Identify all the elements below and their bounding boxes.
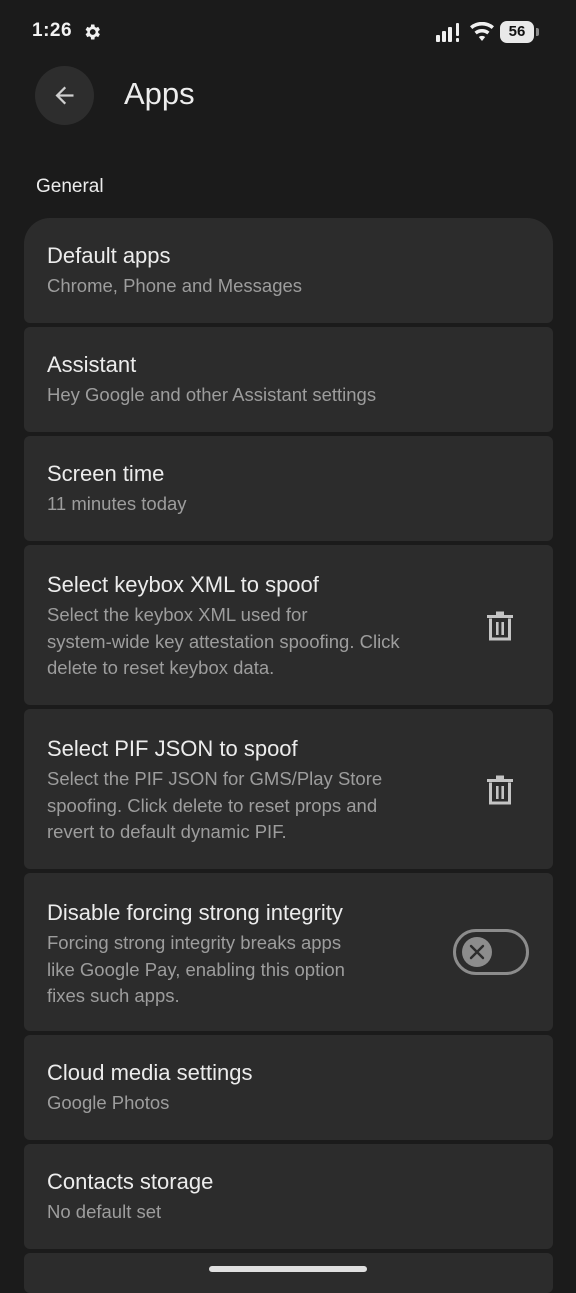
status-bar: 1:26 56 (0, 0, 576, 64)
setting-subtitle-line: fixes such apps. (47, 985, 180, 1006)
setting-title: Disable forcing strong integrity (47, 900, 343, 925)
setting-title: Assistant (47, 352, 137, 377)
arrow-left-icon (55, 86, 74, 105)
setting-subtitle: Chrome, Phone and Messages (47, 275, 303, 296)
signal-icon (436, 23, 464, 43)
close-icon (469, 944, 485, 960)
toggle-knob (462, 937, 492, 967)
setting-subtitle-line: system-wide key attestation spoofing. Cl… (47, 630, 400, 652)
setting-subtitle: 11 minutes today (47, 493, 187, 514)
back-button[interactable] (35, 66, 94, 125)
section-header-general: General (36, 176, 104, 197)
setting-title: Select PIF JSON to spoof (47, 736, 298, 761)
setting-title: Select keybox XML to spoof (47, 572, 319, 597)
setting-disable-strong-integrity[interactable]: Disable forcing strong integrity Forcing… (24, 873, 553, 1031)
setting-subtitle-line: Select the keybox XML used for (47, 604, 308, 625)
setting-subtitle-line: delete to reset keybox data. (47, 657, 275, 678)
setting-select-keybox-xml[interactable]: Select keybox XML to spoof Select the ke… (24, 545, 553, 705)
setting-assistant[interactable]: Assistant Hey Google and other Assistant… (24, 327, 553, 432)
setting-subtitle: No default set (47, 1201, 162, 1222)
setting-title: Cloud media settings (47, 1060, 253, 1085)
battery-icon: 56 (500, 21, 540, 43)
setting-next-item[interactable] (24, 1253, 553, 1293)
setting-title: Screen time (47, 461, 165, 486)
delete-keybox-trash-icon[interactable] (486, 611, 514, 641)
setting-subtitle-line: revert to default dynamic PIF. (47, 821, 287, 842)
delete-pif-trash-icon[interactable] (486, 775, 514, 805)
setting-cloud-media[interactable]: Cloud media settings Google Photos (24, 1035, 553, 1140)
battery-nub (536, 28, 539, 36)
battery-level: 56 (500, 21, 534, 43)
setting-subtitle-line: spoofing. Click delete to reset props an… (47, 794, 378, 816)
wifi-icon (470, 21, 494, 42)
status-time: 1:26 (32, 20, 73, 41)
setting-title: Default apps (47, 243, 171, 268)
setting-title: Contacts storage (47, 1169, 214, 1194)
gesture-navigation-bar[interactable] (209, 1266, 367, 1272)
setting-contacts-storage[interactable]: Contacts storage No default set (24, 1144, 553, 1249)
setting-subtitle-line: Select the PIF JSON for GMS/Play Store (47, 768, 383, 789)
setting-select-pif-json[interactable]: Select PIF JSON to spoof Select the PIF … (24, 709, 553, 869)
setting-subtitle: Hey Google and other Assistant settings (47, 384, 377, 405)
setting-screen-time[interactable]: Screen time 11 minutes today (24, 436, 553, 541)
setting-subtitle-line: Forcing strong integrity breaks apps (47, 932, 342, 953)
page-title: Apps (124, 76, 195, 111)
strong-integrity-toggle[interactable] (453, 929, 529, 975)
settings-gear-icon (82, 22, 102, 42)
setting-default-apps[interactable]: Default apps Chrome, Phone and Messages (24, 218, 553, 323)
setting-subtitle: Google Photos (47, 1092, 170, 1113)
setting-subtitle-line: like Google Pay, enabling this option (47, 958, 345, 980)
